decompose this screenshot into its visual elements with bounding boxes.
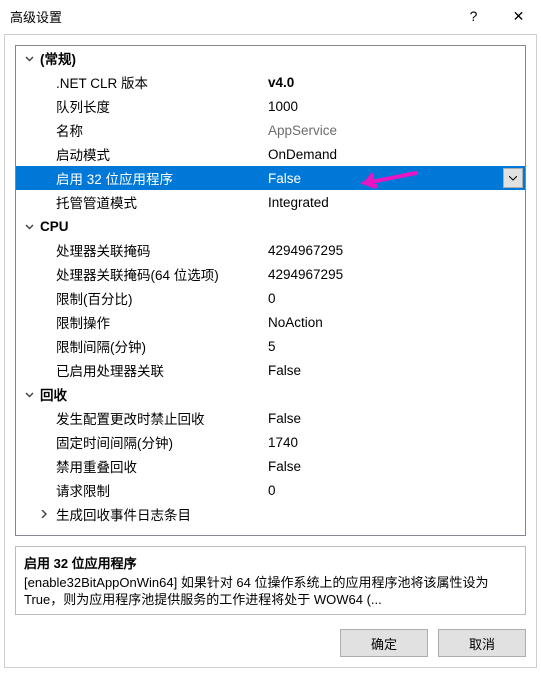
property-value[interactable]: Integrated	[268, 195, 525, 210]
collapse-icon[interactable]	[22, 390, 36, 399]
dropdown-button[interactable]	[503, 168, 523, 188]
property-row[interactable]: 启动模式OnDemand	[16, 142, 525, 166]
titlebar: 高级设置 ? ✕	[0, 0, 541, 32]
property-value[interactable]: False	[268, 363, 525, 378]
property-label: 处理器关联掩码(64 位选项)	[56, 264, 268, 284]
property-label: 请求限制	[56, 480, 268, 500]
property-value[interactable]: 1000	[268, 99, 525, 114]
property-value[interactable]: False	[268, 171, 525, 186]
property-value[interactable]: 4294967295	[268, 267, 525, 282]
property-row[interactable]: 限制间隔(分钟)5	[16, 334, 525, 358]
collapse-icon[interactable]	[22, 54, 36, 63]
ok-button[interactable]: 确定	[340, 629, 428, 657]
property-row[interactable]: 请求限制0	[16, 478, 525, 502]
description-title: 启用 32 位应用程序	[24, 553, 517, 572]
category-label: 回收	[40, 384, 67, 404]
property-row[interactable]: 名称AppService	[16, 118, 525, 142]
property-row[interactable]: 托管管道模式Integrated	[16, 190, 525, 214]
property-row[interactable]: 队列长度1000	[16, 94, 525, 118]
dialog-buttons: 确定 取消	[5, 623, 536, 667]
cancel-button[interactable]: 取消	[438, 629, 526, 657]
category-header[interactable]: (常规)	[16, 46, 525, 70]
property-value[interactable]: 0	[268, 291, 525, 306]
property-value[interactable]: NoAction	[268, 315, 525, 330]
property-row[interactable]: 处理器关联掩码4294967295	[16, 238, 525, 262]
property-label: 限制间隔(分钟)	[56, 336, 268, 356]
property-label: 启用 32 位应用程序	[56, 168, 268, 188]
property-row[interactable]: 禁用重叠回收False	[16, 454, 525, 478]
property-label: 限制(百分比)	[56, 288, 268, 308]
category-header[interactable]: CPU	[16, 214, 525, 238]
property-value[interactable]: AppService	[268, 123, 525, 138]
property-label: 处理器关联掩码	[56, 240, 268, 260]
description-panel: 启用 32 位应用程序 [enable32BitAppOnWin64] 如果针对…	[15, 546, 526, 615]
property-value[interactable]: False	[268, 411, 525, 426]
property-label: 名称	[56, 120, 268, 140]
property-row[interactable]: 启用 32 位应用程序False	[16, 166, 525, 190]
property-value[interactable]: v4.0	[268, 75, 525, 90]
property-label: 限制操作	[56, 312, 268, 332]
dialog-body: (常规).NET CLR 版本v4.0队列长度1000名称AppService启…	[4, 34, 537, 668]
property-label: 固定时间间隔(分钟)	[56, 432, 268, 452]
property-value[interactable]: False	[268, 459, 525, 474]
description-text: [enable32BitAppOnWin64] 如果针对 64 位操作系统上的应…	[24, 574, 517, 609]
property-value[interactable]: OnDemand	[268, 147, 525, 162]
property-label: 托管管道模式	[56, 192, 268, 212]
property-label: 生成回收事件日志条目	[56, 504, 268, 524]
property-row[interactable]: 已启用处理器关联False	[16, 358, 525, 382]
property-row[interactable]: 固定时间间隔(分钟)1740	[16, 430, 525, 454]
property-label: .NET CLR 版本	[56, 72, 268, 92]
property-label: 已启用处理器关联	[56, 360, 268, 380]
close-button[interactable]: ✕	[496, 0, 541, 32]
property-label: 启动模式	[56, 144, 268, 164]
property-label: 队列长度	[56, 96, 268, 116]
property-value[interactable]: 0	[268, 483, 525, 498]
collapse-icon[interactable]	[22, 222, 36, 231]
property-value[interactable]: 4294967295	[268, 243, 525, 258]
category-label: CPU	[40, 219, 69, 234]
property-row[interactable]: 限制(百分比)0	[16, 286, 525, 310]
property-row[interactable]: 发生配置更改时禁止回收False	[16, 406, 525, 430]
window-title: 高级设置	[10, 7, 451, 26]
property-row[interactable]: 限制操作NoAction	[16, 310, 525, 334]
property-row[interactable]: .NET CLR 版本v4.0	[16, 70, 525, 94]
property-grid[interactable]: (常规).NET CLR 版本v4.0队列长度1000名称AppService启…	[15, 45, 526, 536]
help-button[interactable]: ?	[451, 0, 496, 32]
property-value[interactable]: 5	[268, 339, 525, 354]
property-row[interactable]: 处理器关联掩码(64 位选项)4294967295	[16, 262, 525, 286]
property-label: 发生配置更改时禁止回收	[56, 408, 268, 428]
property-label: 禁用重叠回收	[56, 456, 268, 476]
property-value[interactable]: 1740	[268, 435, 525, 450]
category-label: (常规)	[40, 48, 76, 68]
property-row[interactable]: 生成回收事件日志条目	[16, 502, 525, 526]
category-header[interactable]: 回收	[16, 382, 525, 406]
expand-icon[interactable]	[38, 510, 50, 518]
